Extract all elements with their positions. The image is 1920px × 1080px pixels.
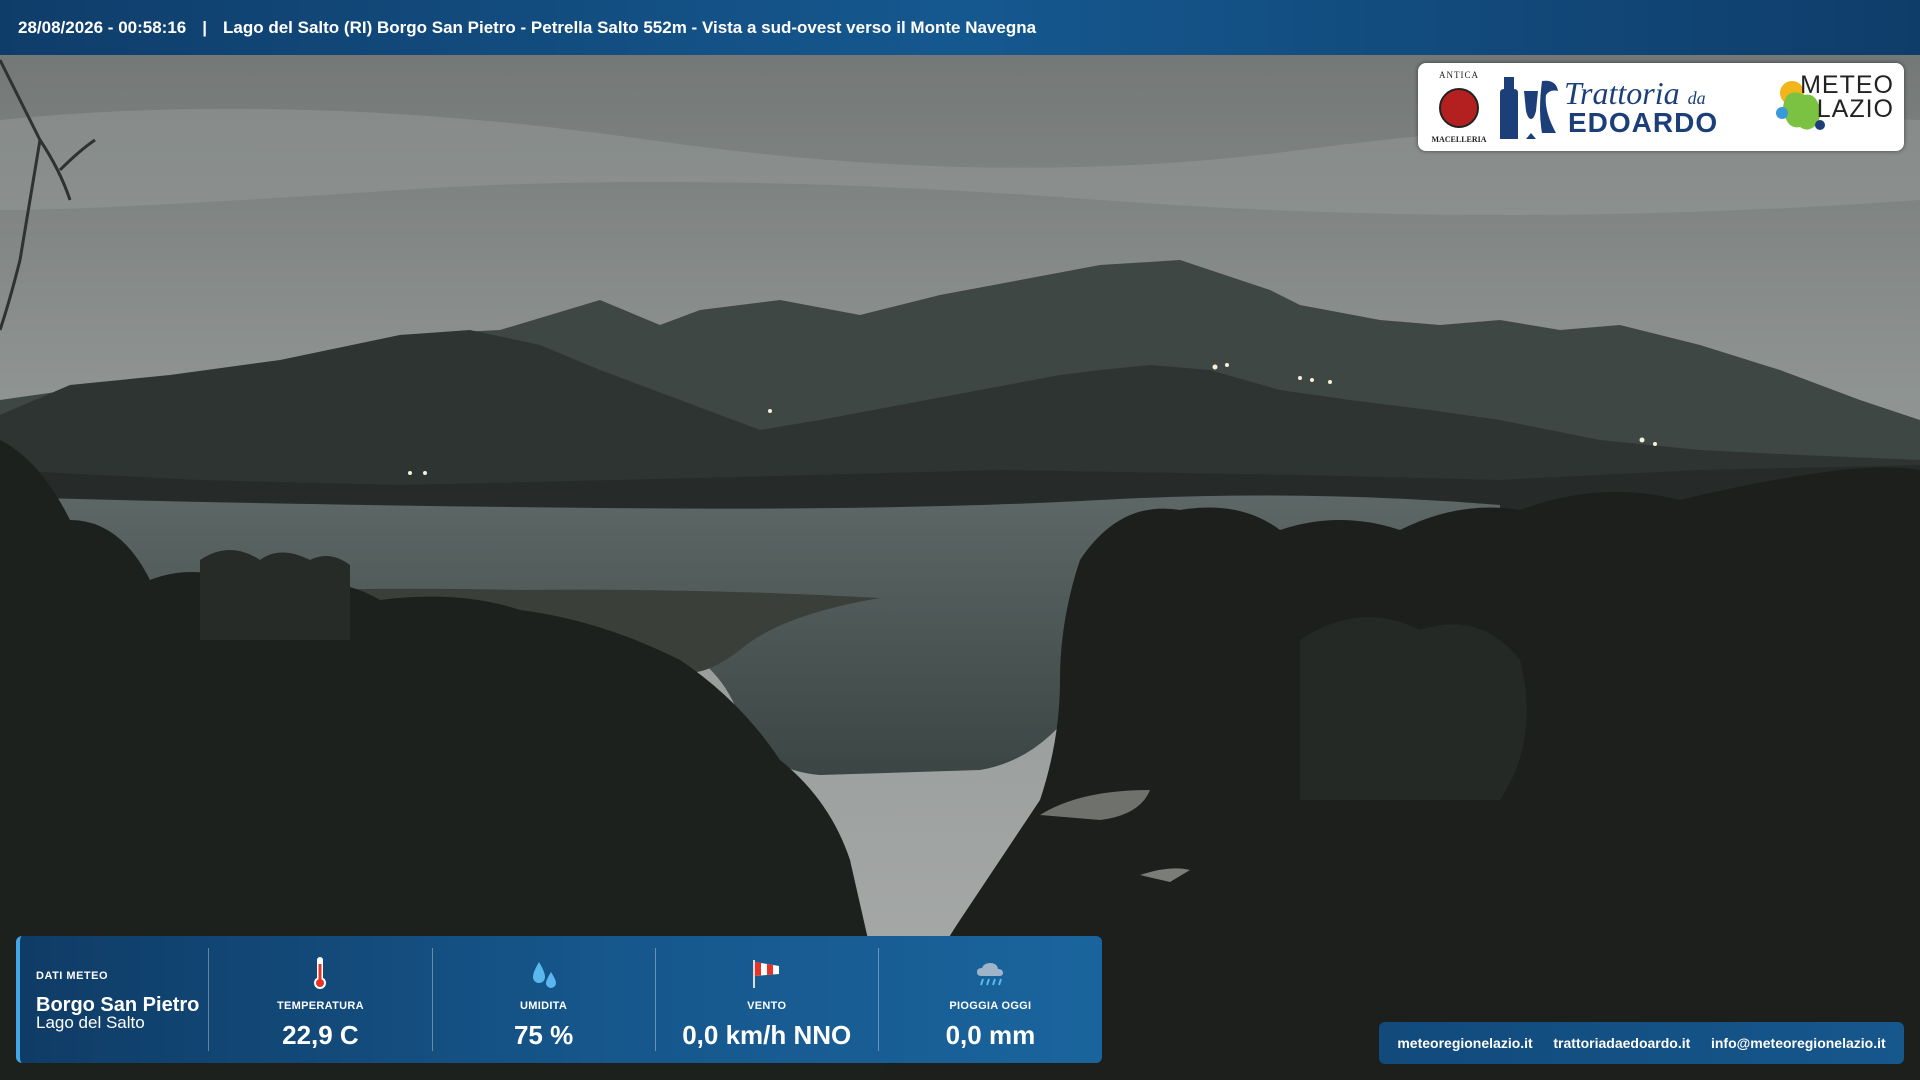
- weather-data-panel: DATI METEO Borgo San Pietro Lago del Sal…: [16, 936, 1102, 1063]
- header-separator: |: [202, 17, 208, 37]
- cow-emblem-icon: [1439, 87, 1479, 128]
- metric-value: 0,0 km/h NNO: [682, 1020, 852, 1050]
- badge-bottom-text: MACELLERIA: [1431, 135, 1487, 144]
- lazio-word: LAZIO: [1816, 95, 1894, 123]
- meteo-word: METEO: [1800, 71, 1894, 99]
- section-label: DATI METEO: [36, 970, 109, 982]
- header-bar: 28/08/2026 - 00:58:16 | Lago del Salto (…: [0, 0, 1920, 55]
- metric-label: TEMPERATURA: [277, 1000, 364, 1012]
- rain-cloud-icon: [977, 963, 1004, 986]
- thermometer-icon: [314, 957, 327, 989]
- link-meteoregionelazio[interactable]: meteoregionelazio.it: [1397, 1035, 1532, 1051]
- macelleria-badge: ANTICA MACELLERIA: [1428, 70, 1490, 144]
- metric-value: 75 %: [513, 1020, 574, 1050]
- trattoria-name-text: EDOARDO: [1568, 107, 1719, 138]
- metric-value: 22,9 C: [282, 1020, 359, 1050]
- location-main: Borgo San Pietro: [36, 994, 200, 1016]
- metric-rain: PIOGGIA OGGI 0,0 mm: [879, 948, 1102, 1051]
- water-drops-icon: [532, 962, 556, 988]
- location-sub: Lago del Salto: [36, 1013, 145, 1032]
- meteo-lazio-logo: METEO LAZIO: [1764, 67, 1894, 147]
- trattoria-da-text: da: [1687, 88, 1706, 108]
- windsock-icon: [752, 960, 779, 988]
- link-trattoriadaedoardo[interactable]: trattoriadaedoardo.it: [1553, 1035, 1690, 1051]
- wine-bottle-glass-icon: [1500, 77, 1558, 139]
- camera-title: Lago del Salto (RI) Borgo San Pietro - P…: [223, 17, 1037, 37]
- metric-label: VENTO: [747, 1000, 787, 1012]
- metric-label: PIOGGIA OGGI: [949, 1000, 1032, 1012]
- link-email[interactable]: info@meteoregionelazio.it: [1711, 1035, 1886, 1051]
- location-block: DATI METEO Borgo San Pietro Lago del Sal…: [20, 948, 210, 1051]
- badge-top-text: ANTICA: [1439, 70, 1479, 80]
- trattoria-script-text: Trattoria: [1564, 75, 1680, 111]
- trattoria-logo: Trattoria da EDOARDO: [1564, 77, 1718, 137]
- metric-label: UMIDITA: [520, 1000, 568, 1012]
- metric-temperature: TEMPERATURA 22,9 C: [209, 948, 433, 1051]
- webcam-image: [0, 0, 1920, 1080]
- metric-value: 0,0 mm: [945, 1020, 1036, 1050]
- links-bar: meteoregionelazio.it trattoriadaedoardo.…: [1379, 1022, 1904, 1064]
- metric-wind: VENTO 0,0 km/h NNO: [656, 948, 879, 1051]
- metric-humidity: UMIDITA 75 %: [433, 948, 656, 1051]
- sponsor-logo-box: ANTICA MACELLERIA Trattoria da EDOARDO M…: [1418, 63, 1904, 151]
- datetime-label: 28/08/2026 - 00:58:16: [18, 17, 187, 37]
